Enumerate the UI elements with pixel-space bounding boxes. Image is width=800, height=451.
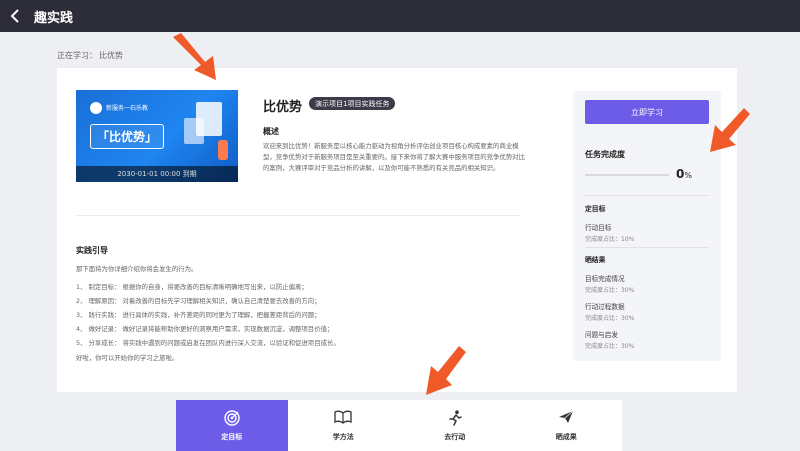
annotation-arrows — [173, 33, 750, 395]
annotation-arrow-icon — [426, 346, 466, 395]
annotation-arrow-icon — [173, 33, 216, 80]
annotation-arrow-icon — [710, 108, 750, 152]
